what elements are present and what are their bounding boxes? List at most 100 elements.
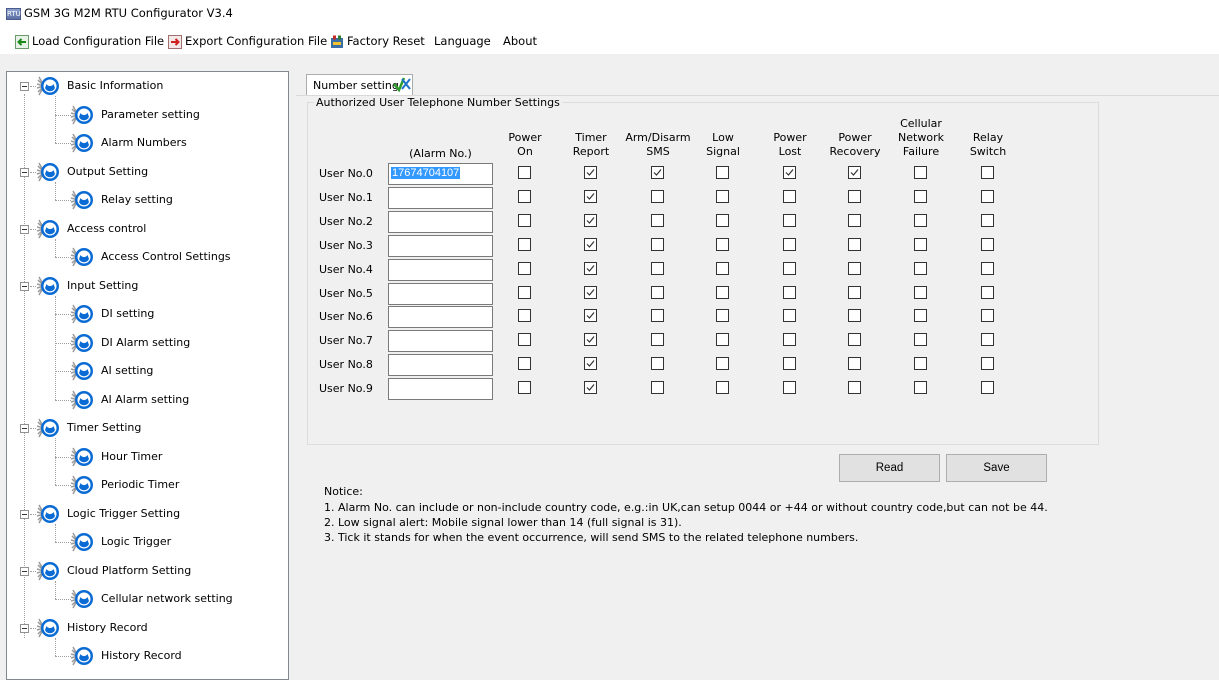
event-checkbox[interactable] <box>848 189 861 203</box>
event-checkbox[interactable] <box>914 189 927 203</box>
event-checkbox[interactable] <box>848 309 861 323</box>
event-checkbox[interactable] <box>584 309 597 323</box>
event-checkbox[interactable] <box>651 189 664 203</box>
event-checkbox[interactable] <box>518 261 531 275</box>
event-checkbox[interactable] <box>848 357 861 371</box>
event-checkbox[interactable] <box>518 237 531 251</box>
event-checkbox[interactable] <box>981 189 994 203</box>
event-checkbox[interactable] <box>783 237 796 251</box>
event-checkbox[interactable] <box>783 357 796 371</box>
factory-reset-menu[interactable]: Factory Reset <box>330 33 425 49</box>
event-checkbox[interactable] <box>518 285 531 299</box>
alarm-number-input[interactable] <box>388 258 493 281</box>
event-checkbox[interactable] <box>981 357 994 371</box>
event-checkbox[interactable] <box>716 189 729 203</box>
event-checkbox[interactable] <box>914 309 927 323</box>
read-button[interactable]: Read <box>839 454 940 482</box>
event-checkbox[interactable] <box>981 333 994 347</box>
event-checkbox[interactable] <box>848 166 861 179</box>
event-checkbox[interactable] <box>584 381 597 395</box>
event-checkbox[interactable] <box>914 381 927 395</box>
event-checkbox[interactable] <box>584 357 597 371</box>
alarm-number-input[interactable] <box>388 354 493 377</box>
event-checkbox[interactable] <box>848 381 861 395</box>
event-checkbox[interactable] <box>651 381 664 395</box>
event-checkbox[interactable] <box>584 166 597 179</box>
alarm-number-input[interactable] <box>388 378 493 401</box>
tab-number-setting[interactable]: Number setting <box>306 74 413 96</box>
tab-close-icon[interactable] <box>392 75 412 93</box>
tree-expander-history-record[interactable] <box>20 623 29 633</box>
event-checkbox[interactable] <box>914 237 927 251</box>
event-checkbox[interactable] <box>981 261 994 275</box>
alarm-number-input[interactable] <box>388 234 493 257</box>
alarm-number-input[interactable] <box>388 282 493 305</box>
event-checkbox[interactable] <box>716 357 729 371</box>
event-checkbox[interactable] <box>783 381 796 395</box>
alarm-number-input[interactable] <box>388 330 493 353</box>
event-checkbox[interactable] <box>914 333 927 347</box>
event-checkbox[interactable] <box>783 166 796 179</box>
alarm-number-input[interactable]: 17674704107 <box>388 163 493 185</box>
export-configuration-menu[interactable]: Export Configuration File <box>168 33 327 49</box>
alarm-number-input[interactable] <box>388 306 493 329</box>
event-checkbox[interactable] <box>518 189 531 203</box>
event-checkbox[interactable] <box>981 381 994 395</box>
event-checkbox[interactable] <box>716 166 729 179</box>
event-checkbox[interactable] <box>584 333 597 347</box>
event-checkbox[interactable] <box>914 357 927 371</box>
event-checkbox[interactable] <box>651 213 664 227</box>
event-checkbox[interactable] <box>914 261 927 275</box>
tree-expander-timer-setting[interactable] <box>20 424 29 433</box>
event-checkbox[interactable] <box>651 333 664 347</box>
alarm-number-input[interactable] <box>388 186 493 209</box>
event-checkbox[interactable] <box>584 189 597 203</box>
tree-expander-output-setting[interactable] <box>20 167 29 177</box>
event-checkbox[interactable] <box>914 213 927 227</box>
alarm-number-input[interactable] <box>388 210 493 233</box>
event-checkbox[interactable] <box>716 261 729 275</box>
event-checkbox[interactable] <box>981 213 994 227</box>
event-checkbox[interactable] <box>848 333 861 347</box>
event-checkbox[interactable] <box>848 261 861 275</box>
event-checkbox[interactable] <box>783 285 796 299</box>
event-checkbox[interactable] <box>716 381 729 395</box>
event-checkbox[interactable] <box>981 309 994 323</box>
event-checkbox[interactable] <box>716 213 729 227</box>
event-checkbox[interactable] <box>716 333 729 347</box>
event-checkbox[interactable] <box>716 309 729 323</box>
event-checkbox[interactable] <box>716 237 729 251</box>
event-checkbox[interactable] <box>783 333 796 347</box>
event-checkbox[interactable] <box>981 166 994 179</box>
event-checkbox[interactable] <box>518 333 531 347</box>
event-checkbox[interactable] <box>518 357 531 371</box>
event-checkbox[interactable] <box>584 213 597 227</box>
tree-expander-access-control[interactable] <box>20 224 29 234</box>
event-checkbox[interactable] <box>981 285 994 299</box>
tree-expander-basic-information[interactable] <box>20 82 29 91</box>
event-checkbox[interactable] <box>651 166 664 179</box>
event-checkbox[interactable] <box>518 381 531 395</box>
event-checkbox[interactable] <box>651 261 664 275</box>
tree-expander-input-setting[interactable] <box>20 281 29 291</box>
event-checkbox[interactable] <box>783 261 796 275</box>
event-checkbox[interactable] <box>848 213 861 227</box>
event-checkbox[interactable] <box>651 309 664 323</box>
event-checkbox[interactable] <box>783 309 796 323</box>
event-checkbox[interactable] <box>716 285 729 299</box>
event-checkbox[interactable] <box>584 237 597 251</box>
event-checkbox[interactable] <box>584 261 597 275</box>
about-menu[interactable]: About <box>503 33 537 49</box>
event-checkbox[interactable] <box>914 166 927 179</box>
load-configuration-menu[interactable]: Load Configuration File <box>15 33 164 49</box>
event-checkbox[interactable] <box>848 237 861 251</box>
event-checkbox[interactable] <box>914 285 927 299</box>
event-checkbox[interactable] <box>848 285 861 299</box>
event-checkbox[interactable] <box>518 309 531 323</box>
event-checkbox[interactable] <box>584 285 597 299</box>
save-button[interactable]: Save <box>946 454 1047 482</box>
event-checkbox[interactable] <box>783 213 796 227</box>
tree-expander-cloud-platform-setting[interactable] <box>20 566 29 576</box>
event-checkbox[interactable] <box>651 357 664 371</box>
event-checkbox[interactable] <box>981 237 994 251</box>
